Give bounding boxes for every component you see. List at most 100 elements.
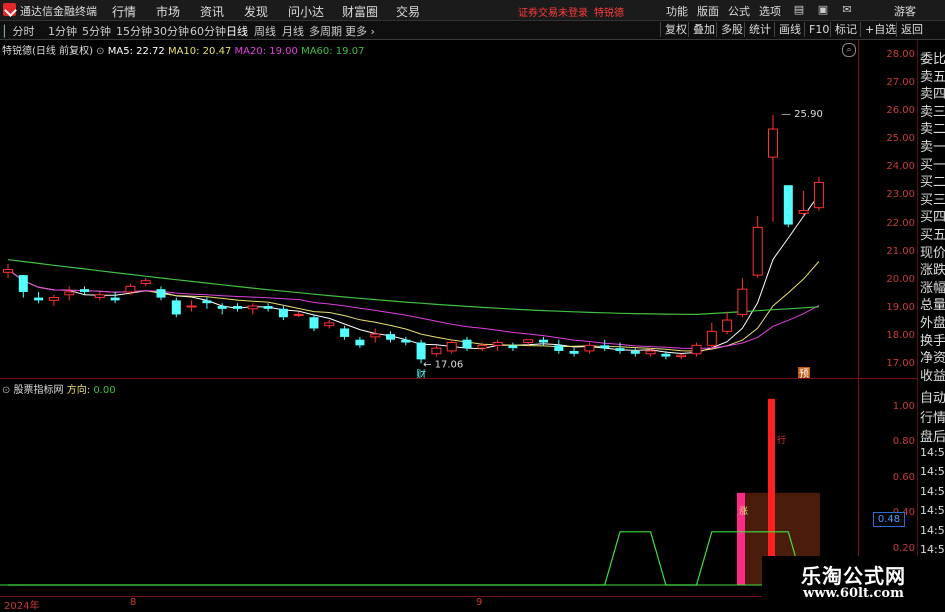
candle[interactable]: [233, 303, 242, 312]
chart-canvas[interactable]: — 25.90← 17.06财预 涨行: [0, 40, 858, 596]
candle[interactable]: [691, 342, 702, 357]
period-60min[interactable]: 60分钟: [190, 23, 226, 39]
menu-discover[interactable]: 发现: [244, 3, 268, 20]
price-tick: 24.00: [886, 161, 915, 173]
candle[interactable]: [370, 328, 381, 343]
message-icon[interactable]: ✉: [840, 3, 854, 17]
overlay-button[interactable]: 叠加: [688, 22, 719, 37]
period-daily[interactable]: 日线: [226, 23, 248, 39]
period-tick[interactable]: ▏分时: [4, 23, 34, 39]
menu-news[interactable]: 资讯: [200, 3, 224, 20]
candle[interactable]: [94, 291, 105, 301]
adjust-button[interactable]: 复权: [660, 22, 691, 37]
watermark: 乐淘公式网 www.60lt.com: [762, 556, 945, 609]
menu-trade[interactable]: 交易: [396, 3, 420, 20]
candle[interactable]: [554, 339, 564, 354]
candle[interactable]: [462, 336, 472, 351]
candle[interactable]: [798, 190, 809, 217]
add-watchlist-button[interactable]: +自选: [860, 22, 900, 37]
candle[interactable]: [401, 336, 411, 346]
multi-stock-button[interactable]: 多股: [716, 22, 747, 37]
guest-label[interactable]: 游客: [894, 3, 916, 19]
menu-quotes[interactable]: 行情: [112, 3, 136, 20]
candle[interactable]: [783, 185, 793, 228]
candle[interactable]: [508, 342, 518, 351]
date-axis: 2024年 8 9: [0, 596, 858, 612]
candle[interactable]: [386, 331, 395, 343]
candle[interactable]: [569, 348, 579, 357]
candle[interactable]: [768, 114, 778, 222]
menu-function[interactable]: 功能: [666, 3, 688, 19]
finance-marker[interactable]: 财: [416, 368, 426, 381]
candle[interactable]: [446, 339, 457, 354]
candle[interactable]: [355, 336, 365, 349]
period-multi[interactable]: 多周期: [309, 23, 342, 39]
candle[interactable]: [278, 306, 288, 321]
candle[interactable]: [18, 275, 28, 298]
candle[interactable]: [247, 303, 258, 315]
app-logo-icon: [3, 3, 16, 16]
candle[interactable]: [584, 342, 595, 354]
side-time-label: 14:50: [920, 445, 945, 459]
candle[interactable]: [171, 297, 181, 318]
menu-ask[interactable]: 问小达: [288, 3, 324, 20]
back-button[interactable]: 返回: [896, 22, 927, 37]
candle[interactable]: [324, 320, 335, 329]
period-more[interactable]: 更多 ›: [345, 23, 375, 39]
menu-layout[interactable]: 版面: [697, 3, 719, 19]
candle[interactable]: [706, 322, 717, 349]
stats-button[interactable]: 统计: [744, 22, 775, 37]
settings-icon[interactable]: ▤: [792, 3, 806, 17]
candle[interactable]: [263, 303, 273, 312]
price-tick: 20.00: [886, 273, 915, 285]
menu-formula[interactable]: 公式: [728, 3, 750, 19]
login-notice[interactable]: 证券交易未登录: [518, 4, 588, 19]
side-field-label: 净资: [920, 351, 945, 367]
candle[interactable]: [722, 311, 733, 335]
candle[interactable]: [645, 348, 656, 357]
period-30min[interactable]: 30分钟: [153, 23, 189, 39]
candle[interactable]: [676, 353, 687, 360]
f10-button[interactable]: F10: [804, 22, 833, 37]
candle[interactable]: [293, 311, 304, 318]
menu-bar: 通达信金融终端 行情 市场 资讯 发现 问小达 财富圈 交易 证券交易未登录 特…: [0, 0, 945, 21]
sub-tick: 0.60: [892, 471, 915, 483]
candle[interactable]: [110, 291, 120, 304]
candle[interactable]: [431, 345, 442, 357]
panel-divider[interactable]: [0, 378, 917, 379]
candle[interactable]: [600, 339, 610, 351]
menu-options[interactable]: 选项: [759, 3, 781, 19]
skin-icon[interactable]: ▣: [816, 3, 830, 17]
period-weekly[interactable]: 周线: [254, 23, 276, 39]
price-tick: 21.00: [886, 245, 915, 257]
x-label-aug: 8: [130, 597, 137, 608]
side-time-label: 14:50: [920, 523, 945, 537]
candle[interactable]: [630, 348, 640, 357]
candle[interactable]: [3, 263, 13, 278]
candle[interactable]: [813, 176, 824, 211]
menu-wealth[interactable]: 财富圈: [342, 3, 378, 20]
period-monthly[interactable]: 月线: [282, 23, 304, 39]
period-15min[interactable]: 15分钟: [116, 23, 152, 39]
candle[interactable]: [34, 291, 44, 304]
candle[interactable]: [752, 216, 763, 278]
side-field-label: 卖四: [920, 87, 945, 103]
candle[interactable]: [64, 286, 75, 301]
period-1min[interactable]: 1分钟: [48, 23, 77, 39]
sub-tick: 0.20: [892, 542, 915, 554]
candle[interactable]: [737, 277, 748, 318]
candle[interactable]: [340, 325, 350, 340]
candle[interactable]: [492, 339, 503, 351]
ma20-line: [7, 269, 820, 350]
draw-line-button[interactable]: 画线: [774, 22, 805, 37]
candle[interactable]: [48, 294, 59, 307]
candle[interactable]: [309, 314, 319, 332]
menu-market[interactable]: 市场: [156, 3, 180, 20]
app-title: 通达信金融终端: [20, 5, 97, 18]
period-5min[interactable]: 5分钟: [82, 23, 111, 39]
candle[interactable]: [156, 286, 166, 301]
candle[interactable]: [186, 300, 197, 312]
sub-tick: 1.00: [892, 400, 915, 412]
mark-button[interactable]: 标记: [830, 22, 861, 37]
candle[interactable]: [140, 277, 151, 287]
